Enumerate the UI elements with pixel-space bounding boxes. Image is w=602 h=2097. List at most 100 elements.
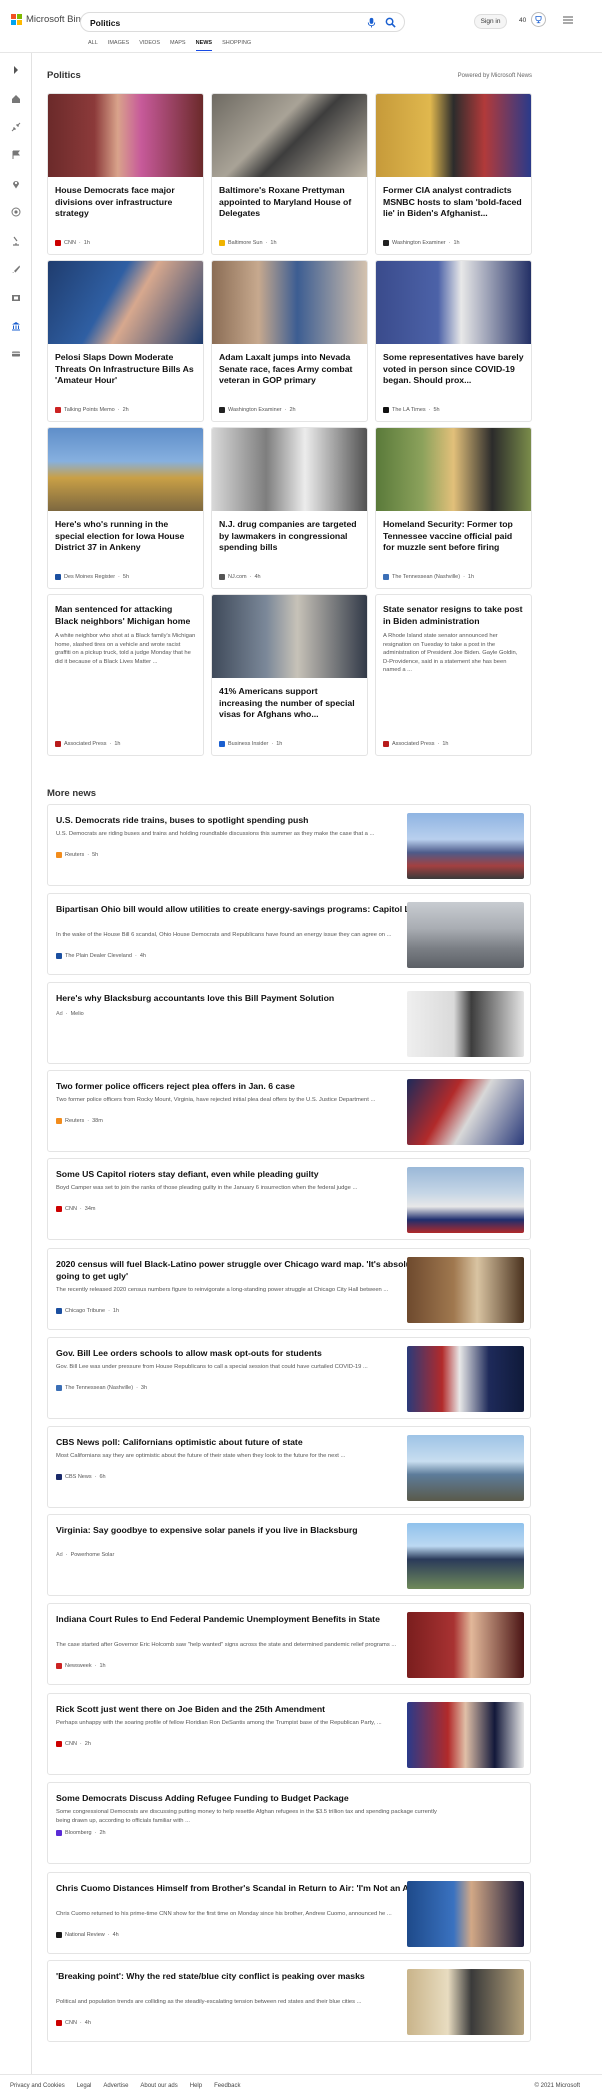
more-news-thumbnail[interactable] xyxy=(407,1612,524,1678)
more-news-thumbnail[interactable] xyxy=(407,1257,524,1323)
tab-maps[interactable]: MAPS xyxy=(170,40,196,51)
more-news-thumbnail[interactable] xyxy=(407,1702,524,1768)
news-card[interactable]: Man sentenced for attacking Black neighb… xyxy=(47,594,204,756)
news-card-title[interactable]: Former CIA analyst contradicts MSNBC hos… xyxy=(376,177,531,220)
more-news-item[interactable]: Some Democrats Discuss Adding Refugee Fu… xyxy=(47,1782,531,1864)
news-card[interactable]: N.J. drug companies are targeted by lawm… xyxy=(211,427,368,589)
microphone-icon[interactable] xyxy=(366,17,377,28)
tab-all[interactable]: ALL xyxy=(88,40,108,51)
rewards-points[interactable]: 40 xyxy=(519,17,526,24)
bing-logo[interactable]: Microsoft Bing xyxy=(11,14,86,25)
news-card-image[interactable] xyxy=(212,261,367,344)
hamburger-menu-icon[interactable] xyxy=(563,15,573,25)
more-news-title-link[interactable]: Here's why Blacksburg accountants love t… xyxy=(56,992,446,1004)
footer-link-advertise[interactable]: Advertise xyxy=(103,2083,128,2089)
footer-link-help[interactable]: Help xyxy=(190,2083,202,2089)
sign-in-button[interactable]: Sign in xyxy=(474,14,507,29)
search-icon[interactable] xyxy=(385,17,396,28)
news-card-image[interactable] xyxy=(376,428,531,511)
more-news-item[interactable]: Bipartisan Ohio bill would allow utiliti… xyxy=(47,893,531,975)
more-news-item[interactable]: 'Breaking point': Why the red state/blue… xyxy=(47,1960,531,2042)
more-news-title-link[interactable]: Bipartisan Ohio bill would allow utiliti… xyxy=(56,903,446,915)
news-card-title[interactable]: Adam Laxalt jumps into Nevada Senate rac… xyxy=(212,344,367,387)
news-card-title[interactable]: Homeland Security: Former top Tennessee … xyxy=(376,511,531,554)
news-card-image[interactable] xyxy=(48,261,203,344)
more-news-item[interactable]: Two former police officers reject plea o… xyxy=(47,1070,531,1152)
tab-videos[interactable]: VIDEOS xyxy=(139,40,170,51)
news-card[interactable]: State senator resigns to take post in Bi… xyxy=(375,594,532,756)
more-news-title-link[interactable]: Some Democrats Discuss Adding Refugee Fu… xyxy=(56,1792,446,1804)
news-card-title[interactable]: Pelosi Slaps Down Moderate Threats On In… xyxy=(48,344,203,387)
news-card-image[interactable] xyxy=(212,595,367,678)
shrink-icon[interactable] xyxy=(11,122,21,132)
more-news-item[interactable]: Some US Capitol rioters stay defiant, ev… xyxy=(47,1158,531,1240)
news-card[interactable]: Pelosi Slaps Down Moderate Threats On In… xyxy=(47,260,204,422)
more-news-item[interactable]: Indiana Court Rules to End Federal Pande… xyxy=(47,1603,531,1685)
footer-link-privacy[interactable]: Privacy and Cookies xyxy=(10,2083,65,2089)
search-input[interactable] xyxy=(90,15,360,30)
news-card-image[interactable] xyxy=(48,94,203,177)
footer-link-legal[interactable]: Legal xyxy=(77,2083,92,2089)
bank-icon[interactable] xyxy=(11,321,21,331)
home-icon[interactable] xyxy=(11,94,21,104)
news-card-image[interactable] xyxy=(212,428,367,511)
more-news-title-link[interactable]: Some US Capitol rioters stay defiant, ev… xyxy=(56,1168,446,1180)
more-news-title-link[interactable]: Two former police officers reject plea o… xyxy=(56,1080,446,1092)
news-card[interactable]: 41% Americans support increasing the num… xyxy=(211,594,368,756)
flag-icon[interactable] xyxy=(11,150,21,160)
more-news-title-link[interactable]: U.S. Democrats ride trains, buses to spo… xyxy=(56,814,446,826)
more-news-item[interactable]: 2020 census will fuel Black-Latino power… xyxy=(47,1248,531,1330)
chevron-right-icon[interactable] xyxy=(11,65,21,75)
tab-shopping[interactable]: SHOPPING xyxy=(222,40,261,51)
news-card[interactable]: Homeland Security: Former top Tennessee … xyxy=(375,427,532,589)
more-news-title-link[interactable]: Virginia: Say goodbye to expensive solar… xyxy=(56,1524,446,1536)
more-news-title-link[interactable]: Rick Scott just went there on Joe Biden … xyxy=(56,1703,446,1715)
more-news-title-link[interactable]: Gov. Bill Lee orders schools to allow ma… xyxy=(56,1347,446,1359)
location-pin-icon[interactable] xyxy=(11,179,21,189)
news-card-title[interactable]: Some representatives have barely voted i… xyxy=(376,344,531,387)
news-card[interactable]: Some representatives have barely voted i… xyxy=(375,260,532,422)
news-card-title[interactable]: Man sentenced for attacking Black neighb… xyxy=(48,595,203,627)
more-news-thumbnail[interactable] xyxy=(407,1523,524,1589)
news-card[interactable]: House Democrats face major divisions ove… xyxy=(47,93,204,255)
more-news-title-link[interactable]: Chris Cuomo Distances Himself from Broth… xyxy=(56,1882,446,1894)
news-card[interactable]: Adam Laxalt jumps into Nevada Senate rac… xyxy=(211,260,368,422)
more-news-item[interactable]: U.S. Democrats ride trains, buses to spo… xyxy=(47,804,531,886)
more-news-title-link[interactable]: CBS News poll: Californians optimistic a… xyxy=(56,1436,446,1448)
more-news-thumbnail[interactable] xyxy=(407,991,524,1057)
news-card-title[interactable]: House Democrats face major divisions ove… xyxy=(48,177,203,220)
news-card-title[interactable]: 41% Americans support increasing the num… xyxy=(212,678,367,721)
globe-icon[interactable] xyxy=(11,207,21,217)
news-card-image[interactable] xyxy=(376,94,531,177)
more-news-item[interactable]: Gov. Bill Lee orders schools to allow ma… xyxy=(47,1337,531,1419)
news-card[interactable]: Here's who's running in the special elec… xyxy=(47,427,204,589)
more-news-thumbnail[interactable] xyxy=(407,1167,524,1233)
news-card[interactable]: Former CIA analyst contradicts MSNBC hos… xyxy=(375,93,532,255)
more-news-thumbnail[interactable] xyxy=(407,1346,524,1412)
more-news-item[interactable]: Here's why Blacksburg accountants love t… xyxy=(47,982,531,1064)
news-card-title[interactable]: Here's who's running in the special elec… xyxy=(48,511,203,554)
tab-news[interactable]: NEWS xyxy=(195,40,213,51)
rewards-trophy-icon[interactable] xyxy=(531,12,546,27)
more-news-thumbnail[interactable] xyxy=(407,1881,524,1947)
news-card-image[interactable] xyxy=(48,428,203,511)
rocket-icon[interactable] xyxy=(11,264,21,274)
film-icon[interactable] xyxy=(11,293,21,303)
tab-images[interactable]: IMAGES xyxy=(108,40,139,51)
footer-link-about-ads[interactable]: About our ads xyxy=(140,2083,177,2089)
more-news-item[interactable]: CBS News poll: Californians optimistic a… xyxy=(47,1426,531,1508)
footer-link-feedback[interactable]: Feedback xyxy=(214,2083,240,2089)
microscope-icon[interactable] xyxy=(11,236,21,246)
card-icon[interactable] xyxy=(11,349,21,359)
more-news-title-link[interactable]: 2020 census will fuel Black-Latino power… xyxy=(56,1258,446,1282)
news-card-image[interactable] xyxy=(376,261,531,344)
news-card-title[interactable]: State senator resigns to take post in Bi… xyxy=(376,595,531,627)
more-news-item[interactable]: Virginia: Say goodbye to expensive solar… xyxy=(47,1514,531,1596)
more-news-thumbnail[interactable] xyxy=(407,1079,524,1145)
news-card-title[interactable]: Baltimore's Roxane Prettyman appointed t… xyxy=(212,177,367,220)
more-news-thumbnail[interactable] xyxy=(407,1435,524,1501)
more-news-item[interactable]: Chris Cuomo Distances Himself from Broth… xyxy=(47,1872,531,1954)
news-card[interactable]: Baltimore's Roxane Prettyman appointed t… xyxy=(211,93,368,255)
more-news-thumbnail[interactable] xyxy=(407,902,524,968)
news-card-title[interactable]: N.J. drug companies are targeted by lawm… xyxy=(212,511,367,554)
